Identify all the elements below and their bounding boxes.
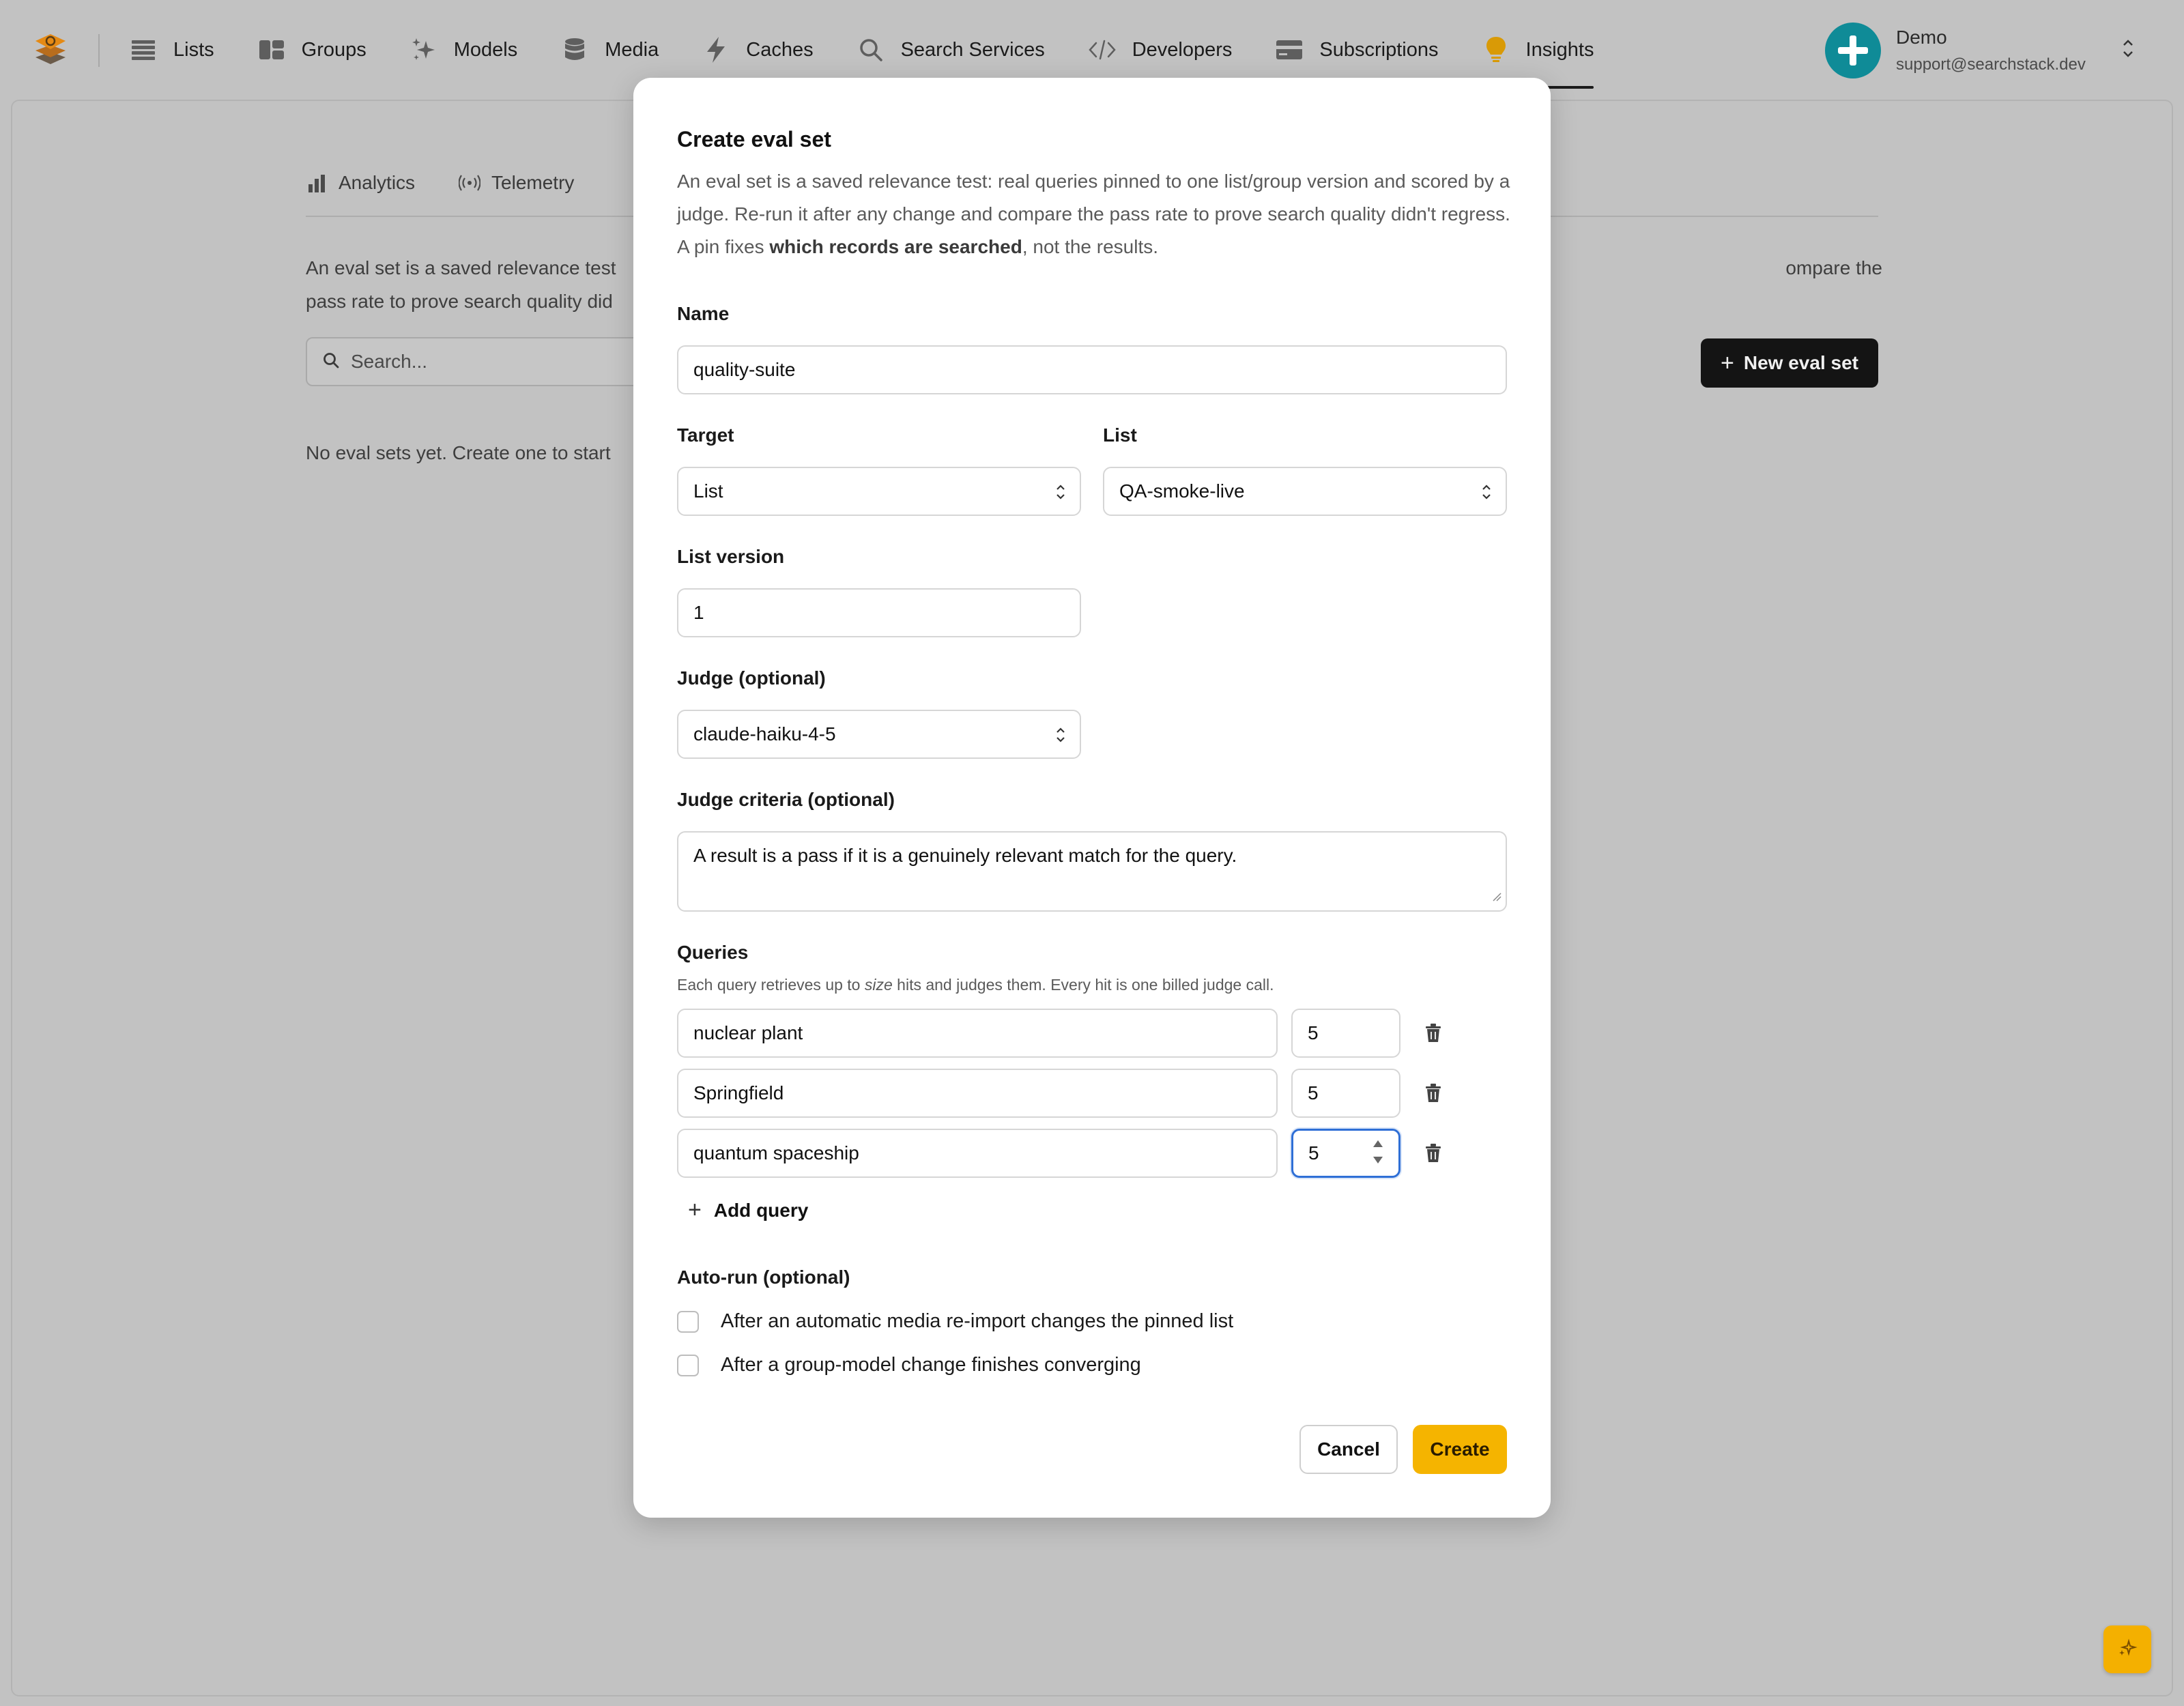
query-size-input[interactable]: 5 [1291,1009,1400,1058]
code-icon [1089,36,1116,63]
checkbox-label: After a group-model change finishes conv… [721,1354,1141,1376]
query-text-input[interactable]: Springfield [677,1069,1278,1118]
nav-item-groups[interactable]: Groups [258,0,367,100]
nav-divider [98,34,100,67]
checkbox[interactable] [677,1354,699,1376]
number-stepper[interactable] [1371,1136,1385,1169]
new-eval-set-button[interactable]: + New eval set [1701,338,1878,388]
select-value: claude-haiku-4-5 [693,723,836,744]
size-value: 5 [1308,1142,1319,1163]
list-version-input[interactable]: 1 [677,588,1081,637]
search-icon [857,36,885,63]
cancel-button[interactable]: Cancel [1299,1425,1398,1474]
hint-text: hits and judges them. Every hit is one b… [892,976,1274,994]
description-emphasis: which records are searched [769,236,1022,257]
button-label: New eval set [1743,352,1858,373]
empty-state-text: No eval sets yet. Create one to start [306,442,611,463]
plus-icon: + [1721,349,1734,376]
search-placeholder: Search... [351,351,428,372]
list-select[interactable]: QA-smoke-live [1103,467,1507,516]
search-icon [322,351,340,373]
plus-icon: + [688,1197,702,1223]
target-label: Target [677,424,734,446]
bar-chart-icon [306,172,328,194]
dialog-description: An eval set is a saved relevance test: r… [677,165,1517,263]
judge-criteria-textarea[interactable]: A result is a pass if it is a genuinely … [677,831,1507,912]
query-size-input[interactable]: 5 [1291,1069,1400,1118]
create-eval-set-dialog: Create eval set An eval set is a saved r… [633,78,1551,1518]
nav-item-label: Media [605,38,659,61]
description-text: , not the results. [1022,236,1159,257]
avatar [1825,23,1881,78]
chevron-up-down-icon [1055,482,1066,507]
account-email: support@searchstack.dev [1896,55,2086,74]
nav-item-lists[interactable]: Lists [130,0,214,100]
sparkle-icon [2117,1638,2138,1662]
list-version-label: List version [677,546,785,567]
autorun-label: Auto-run (optional) [677,1267,850,1288]
card-icon [1276,36,1303,63]
trash-icon[interactable] [1421,1141,1446,1166]
dialog-title: Create eval set [677,127,831,151]
hint-text: Each query retrieves up to [677,976,865,994]
lightbulb-icon [1482,36,1510,63]
groups-icon [258,36,285,63]
account-menu[interactable]: Demo support@searchstack.dev [1825,22,2133,79]
checkbox[interactable] [677,1310,699,1333]
queries-hint: Each query retrieves up to size hits and… [677,976,1274,994]
textarea-value: A result is a pass if it is a genuinely … [693,845,1237,866]
query-size-input-focused[interactable]: 5 [1291,1129,1400,1178]
list-icon [130,36,157,63]
nav-item-label: Groups [301,38,367,61]
broadcast-icon [459,172,481,194]
checkbox-label: After an automatic media re-import chang… [721,1310,1234,1332]
select-value: List [693,480,723,502]
nav-item-label: Lists [173,38,214,61]
name-input[interactable]: quality-suite [677,345,1507,394]
judge-criteria-label: Judge criteria (optional) [677,789,895,810]
nav-item-models[interactable]: Models [410,0,518,100]
resize-handle-icon[interactable] [1491,884,1502,906]
nav-item-label: Search Services [900,38,1045,61]
judge-label: Judge (optional) [677,667,826,689]
create-button[interactable]: Create [1413,1425,1507,1474]
tab-analytics[interactable]: Analytics [306,172,415,194]
nav-item-label: Developers [1132,38,1233,61]
button-label: Add query [713,1199,809,1221]
select-value: QA-smoke-live [1119,480,1245,502]
hint-emphasis: size [864,976,893,994]
sparkle-icon [410,36,437,63]
description-text: ompare the [1785,257,1882,278]
nav-item-label: Models [453,38,518,61]
list-label: List [1103,424,1137,446]
description-text: An eval set is a saved relevance test [306,257,616,278]
trash-icon[interactable] [1421,1021,1446,1045]
tab-label: Analytics [339,172,416,193]
description-text: pass rate to prove search quality did [306,291,613,312]
autorun-option-group-model[interactable]: After a group-model change finishes conv… [677,1354,1141,1376]
queries-label: Queries [677,942,749,963]
trash-icon[interactable] [1421,1081,1446,1105]
bolt-icon [702,36,730,63]
database-icon [561,36,588,63]
nav-item-label: Caches [746,38,814,61]
chevron-up-down-icon [1481,482,1492,507]
assistant-sparkle-button[interactable] [2103,1625,2151,1673]
query-text-input[interactable]: nuclear plant [677,1009,1278,1058]
add-query-button[interactable]: + Add query [688,1197,808,1224]
account-name: Demo [1896,27,1947,48]
nav-item-label: Insights [1525,38,1594,61]
chevron-up-down-icon [1055,725,1066,750]
app-logo-icon[interactable] [33,31,68,67]
target-select[interactable]: List [677,467,1081,516]
judge-select[interactable]: claude-haiku-4-5 [677,710,1081,759]
tab-label: Telemetry [491,172,575,193]
insights-subtabs: Analytics Telemetry [306,172,618,194]
tab-telemetry[interactable]: Telemetry [459,172,574,194]
query-text-input[interactable]: quantum spaceship [677,1129,1278,1178]
autorun-option-reimport[interactable]: After an automatic media re-import chang… [677,1310,1233,1333]
name-label: Name [677,303,730,324]
chevron-up-down-icon [2121,37,2135,63]
nav-item-label: Subscriptions [1319,38,1439,61]
